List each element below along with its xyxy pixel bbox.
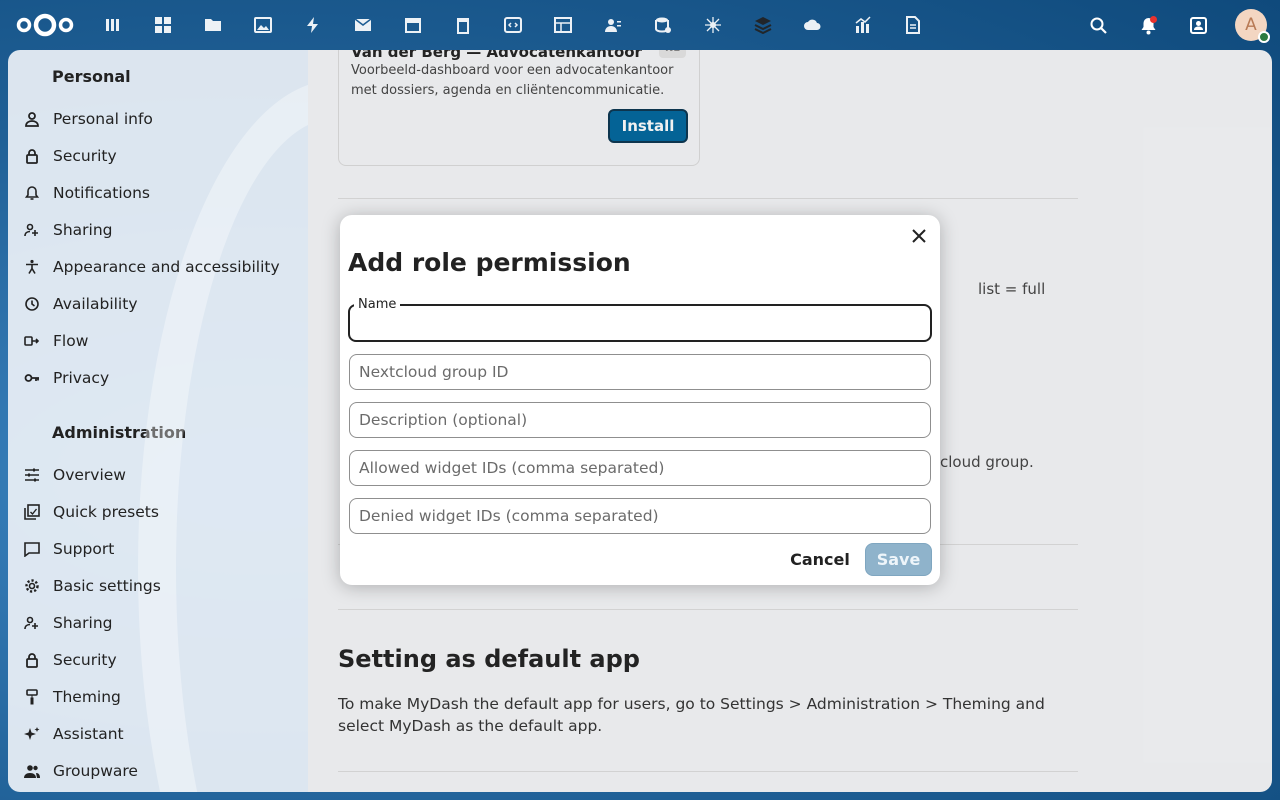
- sidebar-item-theming[interactable]: Theming: [20, 678, 300, 715]
- group-icon: [20, 759, 44, 783]
- sidebar-item-label: Theming: [53, 687, 121, 706]
- sidebar-item-sharing[interactable]: Sharing: [20, 211, 300, 248]
- notifications-bell-icon[interactable]: [1123, 0, 1173, 50]
- share-icon: [20, 218, 44, 242]
- sidebar-item-admin-sharing[interactable]: Sharing: [20, 604, 300, 641]
- denied-widgets-input[interactable]: [349, 498, 931, 534]
- mail-icon[interactable]: [338, 0, 388, 50]
- lock-icon: [20, 144, 44, 168]
- sidebar-item-flow[interactable]: Flow: [20, 322, 300, 359]
- sidebar-item-basic-settings[interactable]: Basic settings: [20, 567, 300, 604]
- bell-icon: [20, 181, 44, 205]
- sidebar-item-notifications[interactable]: Notifications: [20, 174, 300, 211]
- sidebar-item-privacy[interactable]: Privacy: [20, 359, 300, 396]
- gear-icon: [20, 574, 44, 598]
- name-input[interactable]: [348, 304, 932, 342]
- sidebar-item-label: Sharing: [53, 220, 113, 239]
- sidebar-item-label: Basic settings: [53, 576, 161, 595]
- layers-icon[interactable]: [738, 0, 788, 50]
- brush-icon: [20, 685, 44, 709]
- sidebar-item-groupware[interactable]: Groupware: [20, 752, 300, 789]
- sidebar-item-security[interactable]: Security: [20, 137, 300, 174]
- save-button[interactable]: Save: [865, 543, 932, 576]
- key-icon: [20, 366, 44, 390]
- folder-icon[interactable]: [188, 0, 238, 50]
- group-id-input[interactable]: [349, 354, 931, 390]
- sidebar-item-label: Assistant: [53, 724, 124, 743]
- search-icon[interactable]: [1073, 0, 1123, 50]
- cloud-icon[interactable]: [788, 0, 838, 50]
- nextcloud-logo-icon[interactable]: [14, 10, 76, 40]
- image-icon[interactable]: [238, 0, 288, 50]
- document-icon[interactable]: [888, 0, 938, 50]
- sidebar-item-admin-security[interactable]: Security: [20, 641, 300, 678]
- presets-icon: [20, 500, 44, 524]
- trash-icon[interactable]: [438, 0, 488, 50]
- sidebar-item-assistant[interactable]: Assistant: [20, 715, 300, 752]
- notification-dot: [1150, 16, 1157, 23]
- support-icon: [20, 537, 44, 561]
- sliders-icon: [20, 463, 44, 487]
- lock-icon: [20, 648, 44, 672]
- top-header: A: [0, 0, 1280, 50]
- sparkle-icon: [20, 722, 44, 746]
- calendar-icon[interactable]: [388, 0, 438, 50]
- flow-icon: [20, 329, 44, 353]
- activity-icon[interactable]: [288, 0, 338, 50]
- sidebar-item-label: Security: [53, 146, 117, 165]
- app-menu: [88, 0, 938, 50]
- sidebar-item-personal-info[interactable]: Personal info: [20, 100, 300, 137]
- share-icon: [20, 611, 44, 635]
- sidebar-item-label: Flow: [53, 331, 89, 350]
- sidebar-item-overview[interactable]: Overview: [20, 456, 300, 493]
- cancel-button[interactable]: Cancel: [786, 543, 854, 575]
- sidebar-item-label: Groupware: [53, 761, 138, 780]
- chart-icon[interactable]: [838, 0, 888, 50]
- sidebar-item-label: Personal info: [53, 109, 153, 128]
- sidebar-item-appearance[interactable]: Appearance and accessibility: [20, 248, 300, 285]
- sidebar-item-support[interactable]: Support: [20, 530, 300, 567]
- avatar-initial: A: [1245, 15, 1257, 35]
- name-label: Name: [354, 297, 401, 312]
- sidebar-item-label: Security: [53, 650, 117, 669]
- sidebar-item-quick-presets[interactable]: Quick presets: [20, 493, 300, 530]
- code-icon[interactable]: [488, 0, 538, 50]
- contacts-menu-icon[interactable]: [1173, 0, 1223, 50]
- sidebar-item-availability[interactable]: Availability: [20, 285, 300, 322]
- database-icon[interactable]: [638, 0, 688, 50]
- dashboard-icon[interactable]: [88, 0, 138, 50]
- add-role-permission-dialog: Add role permission Name Cancel Save: [340, 215, 940, 585]
- sidebar-item-label: Support: [53, 539, 115, 558]
- spider-icon[interactable]: [688, 0, 738, 50]
- contacts-icon[interactable]: [588, 0, 638, 50]
- sidebar-item-label: Quick presets: [53, 502, 159, 521]
- header-right: A: [1073, 0, 1280, 50]
- accessibility-icon: [20, 255, 44, 279]
- dialog-title: Add role permission: [348, 248, 631, 277]
- sidebar-item-label: Appearance and accessibility: [53, 257, 280, 276]
- settings-sidebar: Personal Personal info Security Notifica…: [8, 50, 308, 792]
- description-input[interactable]: [349, 402, 931, 438]
- sidebar-item-label: Overview: [53, 465, 126, 484]
- sidebar-item-label: Sharing: [53, 613, 113, 632]
- sidebar-item-label: Privacy: [53, 368, 110, 387]
- table-icon[interactable]: [538, 0, 588, 50]
- status-online-badge: [1258, 31, 1270, 43]
- close-icon: [912, 229, 926, 243]
- sidebar-item-label: Availability: [53, 294, 138, 313]
- user-icon: [20, 107, 44, 131]
- avatar[interactable]: A: [1235, 9, 1270, 43]
- grid-icon[interactable]: [138, 0, 188, 50]
- allowed-widgets-input[interactable]: [349, 450, 931, 486]
- close-button[interactable]: [906, 223, 932, 249]
- sidebar-section-personal: Personal: [52, 67, 131, 86]
- sidebar-item-label: Notifications: [53, 183, 151, 202]
- sidebar-section-administration: Administration: [52, 423, 187, 442]
- clock-icon: [20, 292, 44, 316]
